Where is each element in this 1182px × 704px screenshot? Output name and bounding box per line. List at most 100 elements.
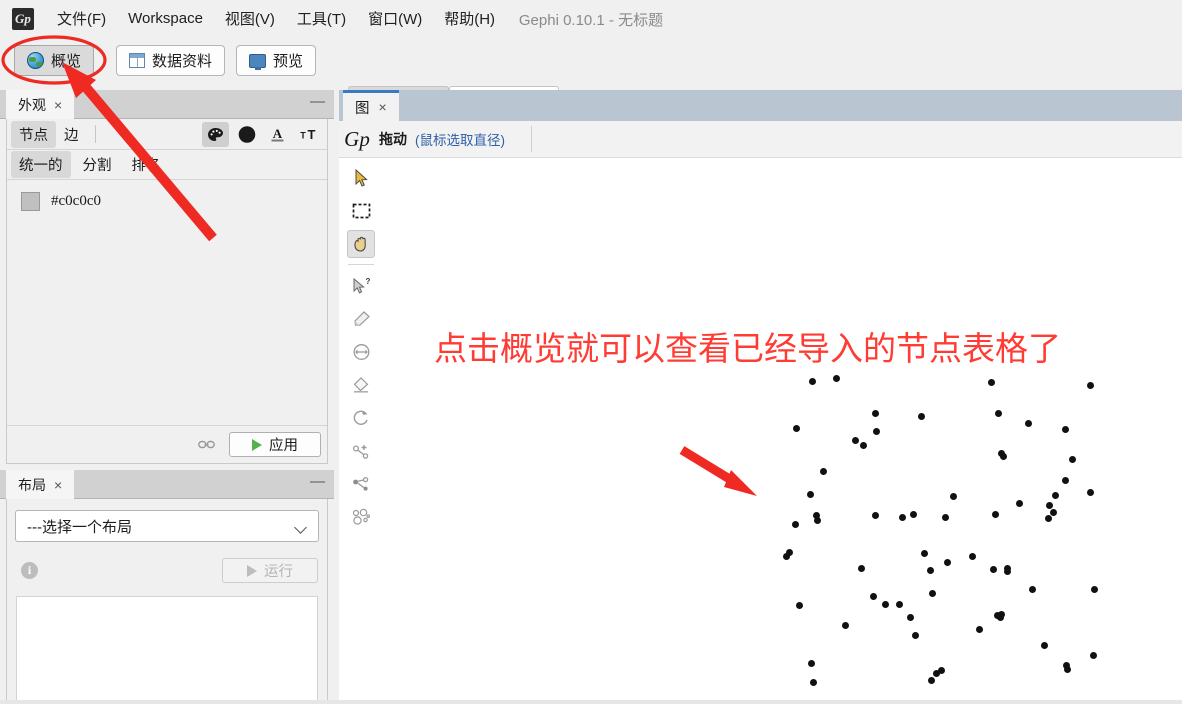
graph-node[interactable] <box>1089 651 1097 659</box>
graph-node[interactable] <box>881 600 889 608</box>
graph-node[interactable] <box>987 378 995 386</box>
graph-node[interactable] <box>994 409 1002 417</box>
close-icon[interactable]: × <box>54 478 62 492</box>
minimize-icon[interactable]: — <box>310 474 325 491</box>
graph-node[interactable] <box>1028 585 1036 593</box>
layout-select[interactable]: ---选择一个布局 <box>15 510 319 542</box>
appearance-mode-ranking[interactable]: 排名 <box>124 151 169 178</box>
graph-node[interactable] <box>1045 501 1053 509</box>
graph-node[interactable] <box>1086 381 1094 389</box>
cluster-tool-icon[interactable] <box>347 503 375 531</box>
graph-node[interactable] <box>819 467 827 475</box>
info-icon[interactable]: i <box>21 562 38 579</box>
graph-node[interactable] <box>906 613 914 621</box>
graph-node[interactable] <box>926 566 934 574</box>
appearance-mode-unique[interactable]: 统一的 <box>11 151 71 178</box>
node-size-icon[interactable] <box>233 122 260 147</box>
graph-node[interactable] <box>999 452 1007 460</box>
hand-drag-tool-icon[interactable] <box>347 230 375 258</box>
appearance-tab-nodes[interactable]: 节点 <box>11 120 56 148</box>
graph-node[interactable] <box>909 510 917 518</box>
graph-node[interactable] <box>991 510 999 518</box>
graph-node[interactable] <box>806 490 814 498</box>
graph-node[interactable] <box>795 601 803 609</box>
rotate-tool-icon[interactable] <box>347 404 375 432</box>
graph-node[interactable] <box>1040 641 1048 649</box>
graph-node[interactable] <box>937 666 945 674</box>
graph-node[interactable] <box>872 427 880 435</box>
graph-node[interactable] <box>941 513 949 521</box>
graph-node[interactable] <box>1015 499 1023 507</box>
graph-node[interactable] <box>1051 491 1059 499</box>
graph-node[interactable] <box>911 631 919 639</box>
graph-node[interactable] <box>851 436 859 444</box>
menu-view[interactable]: 视图(V) <box>214 5 286 32</box>
appearance-tab-edges[interactable]: 边 <box>56 121 87 148</box>
layout-panel-tab[interactable]: 布局 × <box>6 470 75 499</box>
run-button[interactable]: 运行 <box>222 558 318 583</box>
menu-file[interactable]: 文件(F) <box>46 5 117 32</box>
close-icon[interactable]: × <box>54 98 62 112</box>
graph-node[interactable] <box>871 511 879 519</box>
menu-tools[interactable]: 工具(T) <box>286 5 357 32</box>
text-color-icon[interactable]: A <box>264 122 291 147</box>
appearance-mode-partition[interactable]: 分割 <box>75 151 120 178</box>
graph-node[interactable] <box>808 377 816 385</box>
preview-button[interactable]: 预览 <box>236 45 317 76</box>
cursor-help-tool-icon[interactable]: ? <box>347 272 375 300</box>
graph-node[interactable] <box>920 549 928 557</box>
graph-node[interactable] <box>782 552 790 560</box>
graph-node[interactable] <box>928 589 936 597</box>
text-size-icon[interactable]: T T <box>295 122 322 147</box>
graph-node[interactable] <box>1061 425 1069 433</box>
graph-node[interactable] <box>791 520 799 528</box>
graph-node[interactable] <box>996 613 1004 621</box>
graph-node[interactable] <box>1061 476 1069 484</box>
graph-node[interactable] <box>1068 455 1076 463</box>
graph-node[interactable] <box>841 621 849 629</box>
graph-node[interactable] <box>1049 508 1057 516</box>
link-icon[interactable] <box>198 439 215 450</box>
rectangle-select-tool-icon[interactable] <box>347 197 375 225</box>
graph-node[interactable] <box>895 600 903 608</box>
graph-node[interactable] <box>807 659 815 667</box>
color-swatch[interactable] <box>21 192 40 211</box>
graph-node[interactable] <box>927 676 935 684</box>
graph-node[interactable] <box>975 625 983 633</box>
add-edge-tool-icon[interactable] <box>347 437 375 465</box>
graph-node[interactable] <box>1044 514 1052 522</box>
graph-node[interactable] <box>792 424 800 432</box>
overview-button[interactable]: 概览 <box>14 45 95 76</box>
edit-edge-tool-icon[interactable] <box>347 470 375 498</box>
apply-button[interactable]: 应用 <box>229 432 321 457</box>
graph-node[interactable] <box>813 516 821 524</box>
graph-node[interactable] <box>869 592 877 600</box>
graph-node[interactable] <box>949 492 957 500</box>
graph-node[interactable] <box>968 552 976 560</box>
uniform-color-row[interactable]: #c0c0c0 <box>7 180 327 211</box>
graph-node[interactable] <box>943 558 951 566</box>
palette-icon[interactable] <box>202 122 229 147</box>
graph-node[interactable] <box>898 513 906 521</box>
graph-node[interactable] <box>1063 665 1071 673</box>
graph-node[interactable] <box>832 374 840 382</box>
data-laboratory-button[interactable]: 数据资料 <box>116 45 226 76</box>
graph-canvas[interactable]: ? 点击概览就可以查看已经导入的节点表格了 <box>339 158 1182 704</box>
graph-node[interactable] <box>989 565 997 573</box>
graph-node[interactable] <box>859 441 867 449</box>
brush-paint-tool-icon[interactable] <box>347 305 375 333</box>
graph-node[interactable] <box>857 564 865 572</box>
graph-node[interactable] <box>871 409 879 417</box>
menu-workspace[interactable]: Workspace <box>117 7 214 30</box>
node-size-tool-icon[interactable] <box>347 338 375 366</box>
graph-node[interactable] <box>1024 419 1032 427</box>
menu-window[interactable]: 窗口(W) <box>357 5 433 32</box>
appearance-panel-tab[interactable]: 外观 × <box>6 90 75 119</box>
graph-node[interactable] <box>809 678 817 686</box>
graph-panel-tab[interactable]: 图 × <box>343 90 399 121</box>
graph-node[interactable] <box>1086 488 1094 496</box>
graph-node[interactable] <box>1003 567 1011 575</box>
cursor-tool-icon[interactable] <box>347 164 375 192</box>
graph-node[interactable] <box>917 412 925 420</box>
minimize-icon[interactable]: — <box>310 94 325 111</box>
